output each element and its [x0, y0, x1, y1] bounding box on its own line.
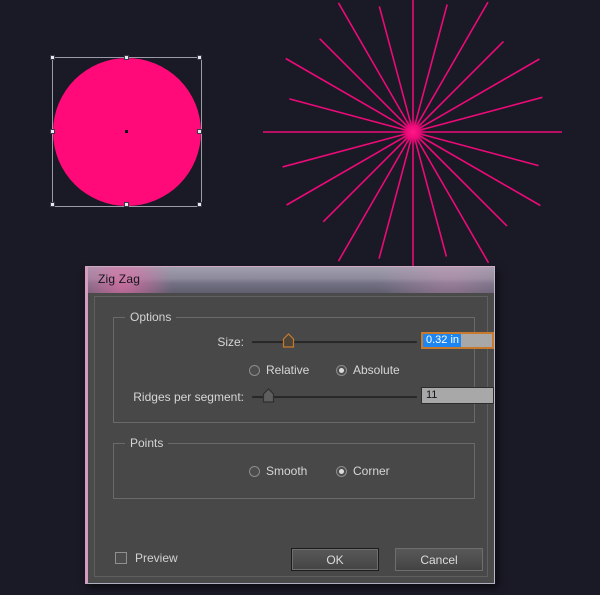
- ok-button[interactable]: OK: [291, 548, 379, 571]
- radio-absolute[interactable]: Absolute: [336, 363, 400, 377]
- preview-checkbox-row[interactable]: Preview: [115, 551, 178, 565]
- options-group-legend: Options: [125, 310, 177, 324]
- selection-center-point: [125, 130, 128, 133]
- selection-handle-top-right[interactable]: [197, 55, 202, 60]
- radio-smooth-mark[interactable]: [249, 465, 260, 477]
- preview-checkbox[interactable]: [115, 552, 127, 564]
- radio-corner-label: Corner: [353, 464, 390, 478]
- dialog-title: Zig Zag: [98, 272, 141, 286]
- zigzag-starburst-artwork[interactable]: [263, 0, 563, 282]
- cancel-button[interactable]: Cancel: [395, 548, 483, 571]
- selection-handle-middle-right[interactable]: [197, 129, 202, 134]
- dialog-title-bar[interactable]: Zig Zag: [88, 267, 494, 293]
- starburst-svg: [263, 0, 562, 280]
- ridges-label: Ridges per segment:: [133, 390, 244, 404]
- starburst-core: [400, 119, 426, 145]
- selection-handle-bottom-right[interactable]: [197, 202, 202, 207]
- ok-button-label: OK: [326, 552, 344, 567]
- radio-smooth[interactable]: Smooth: [249, 464, 307, 478]
- size-label: Size:: [217, 335, 244, 349]
- ridges-input[interactable]: 11: [421, 387, 494, 404]
- selection-handle-bottom-left[interactable]: [50, 202, 55, 207]
- selection-handle-top-left[interactable]: [50, 55, 55, 60]
- radio-smooth-label: Smooth: [266, 464, 308, 478]
- options-group: Options Size: 0.32 in Relative Absolute: [113, 310, 494, 423]
- ridges-input-value: 11: [426, 389, 438, 401]
- selection-handle-top-center[interactable]: [124, 55, 129, 60]
- selection-bounding-box: [50, 55, 202, 207]
- points-group: Points Smooth Corner: [113, 436, 475, 499]
- radio-relative[interactable]: Relative: [249, 363, 309, 377]
- cancel-button-label: Cancel: [420, 552, 458, 567]
- selection-handle-middle-left[interactable]: [50, 129, 55, 134]
- title-bar-glow-right: [364, 267, 494, 293]
- selection-handle-bottom-center[interactable]: [124, 202, 129, 207]
- radio-corner-mark[interactable]: [336, 465, 347, 477]
- circle-artwork[interactable]: [50, 55, 202, 207]
- ridges-slider-track[interactable]: [252, 396, 417, 399]
- size-slider-thumb[interactable]: [282, 333, 295, 348]
- size-slider-track[interactable]: [252, 341, 417, 344]
- size-input-value: 0.32 in: [423, 334, 462, 347]
- points-group-legend: Points: [125, 436, 169, 450]
- radio-absolute-mark[interactable]: [336, 364, 347, 376]
- radio-relative-mark[interactable]: [249, 364, 260, 376]
- radio-corner[interactable]: Corner: [336, 464, 390, 478]
- radio-relative-label: Relative: [266, 363, 310, 377]
- ridges-slider-thumb[interactable]: [262, 388, 275, 403]
- zig-zag-dialog[interactable]: Zig Zag Options Size: 0.32 in Relative A…: [85, 266, 495, 584]
- radio-absolute-label: Absolute: [353, 363, 400, 377]
- size-input[interactable]: 0.32 in: [421, 332, 494, 349]
- preview-label: Preview: [135, 551, 178, 565]
- dialog-body: Options Size: 0.32 in Relative Absolute: [94, 296, 494, 577]
